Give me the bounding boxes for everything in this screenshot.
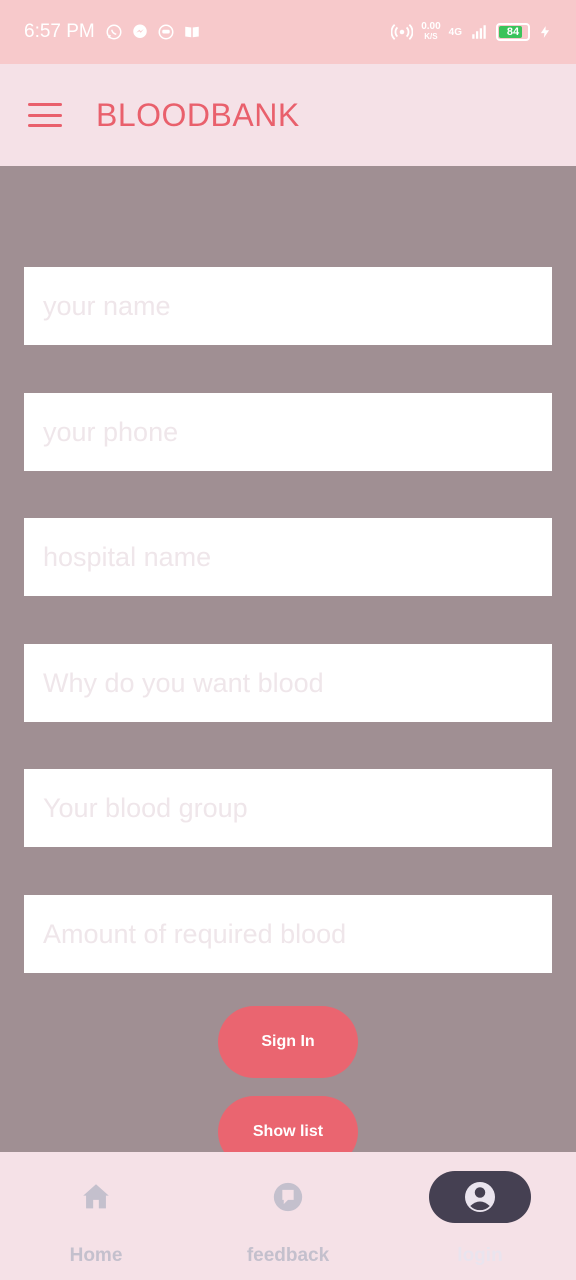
account-icon (465, 1182, 495, 1212)
chat-bubble-icon (158, 24, 174, 40)
sign-in-button[interactable]: Sign In (218, 1006, 358, 1078)
feedback-icon (273, 1182, 303, 1212)
hamburger-menu-icon[interactable] (28, 103, 62, 127)
network-type: 4G (448, 26, 462, 38)
messenger-icon (133, 24, 147, 38)
notification-icons (105, 23, 201, 41)
nav-home[interactable]: Home (0, 1152, 192, 1280)
nav-login[interactable]: login (384, 1152, 576, 1280)
menu-line (28, 124, 62, 127)
battery-level: 84 (506, 26, 520, 38)
blood-group-input[interactable] (24, 769, 552, 847)
phone-input[interactable] (24, 393, 552, 471)
signal-icon (472, 25, 486, 39)
status-bar: 6:57 PM 0.00 K/S 4G 84 (0, 0, 576, 64)
reason-input[interactable] (24, 644, 552, 722)
nav-feedback-icon-wrap (237, 1171, 339, 1223)
nav-login-label: login (457, 1245, 503, 1266)
status-time: 6:57 PM (24, 21, 95, 42)
nav-feedback-label: feedback (246, 1245, 330, 1266)
whatsapp-icon (106, 24, 122, 40)
book-icon (185, 26, 199, 38)
nav-login-icon-wrap (429, 1171, 531, 1223)
nav-feedback[interactable]: feedback (192, 1152, 384, 1280)
network-speed-value: 0.00 (421, 21, 441, 32)
menu-line (28, 113, 62, 117)
bottom-navigation: Home feedback login (0, 1152, 576, 1280)
app-title: BLOODBANK (96, 96, 300, 133)
blood-amount-input[interactable] (24, 895, 552, 973)
charging-icon (540, 26, 550, 38)
network-speed-unit: K/S (424, 32, 438, 41)
menu-line (28, 103, 62, 106)
network-speed: 0.00 K/S (421, 22, 440, 42)
app-bar: BLOODBANK (0, 64, 576, 166)
name-input[interactable] (24, 267, 552, 345)
home-icon (83, 1184, 109, 1209)
hotspot-icon (391, 24, 414, 40)
nav-home-icon-wrap (45, 1171, 147, 1223)
hospital-name-input[interactable] (24, 518, 552, 596)
status-right: 0.00 K/S 4G 84 (391, 21, 552, 43)
nav-home-label: Home (69, 1245, 123, 1266)
battery-indicator: 84 (496, 23, 530, 41)
